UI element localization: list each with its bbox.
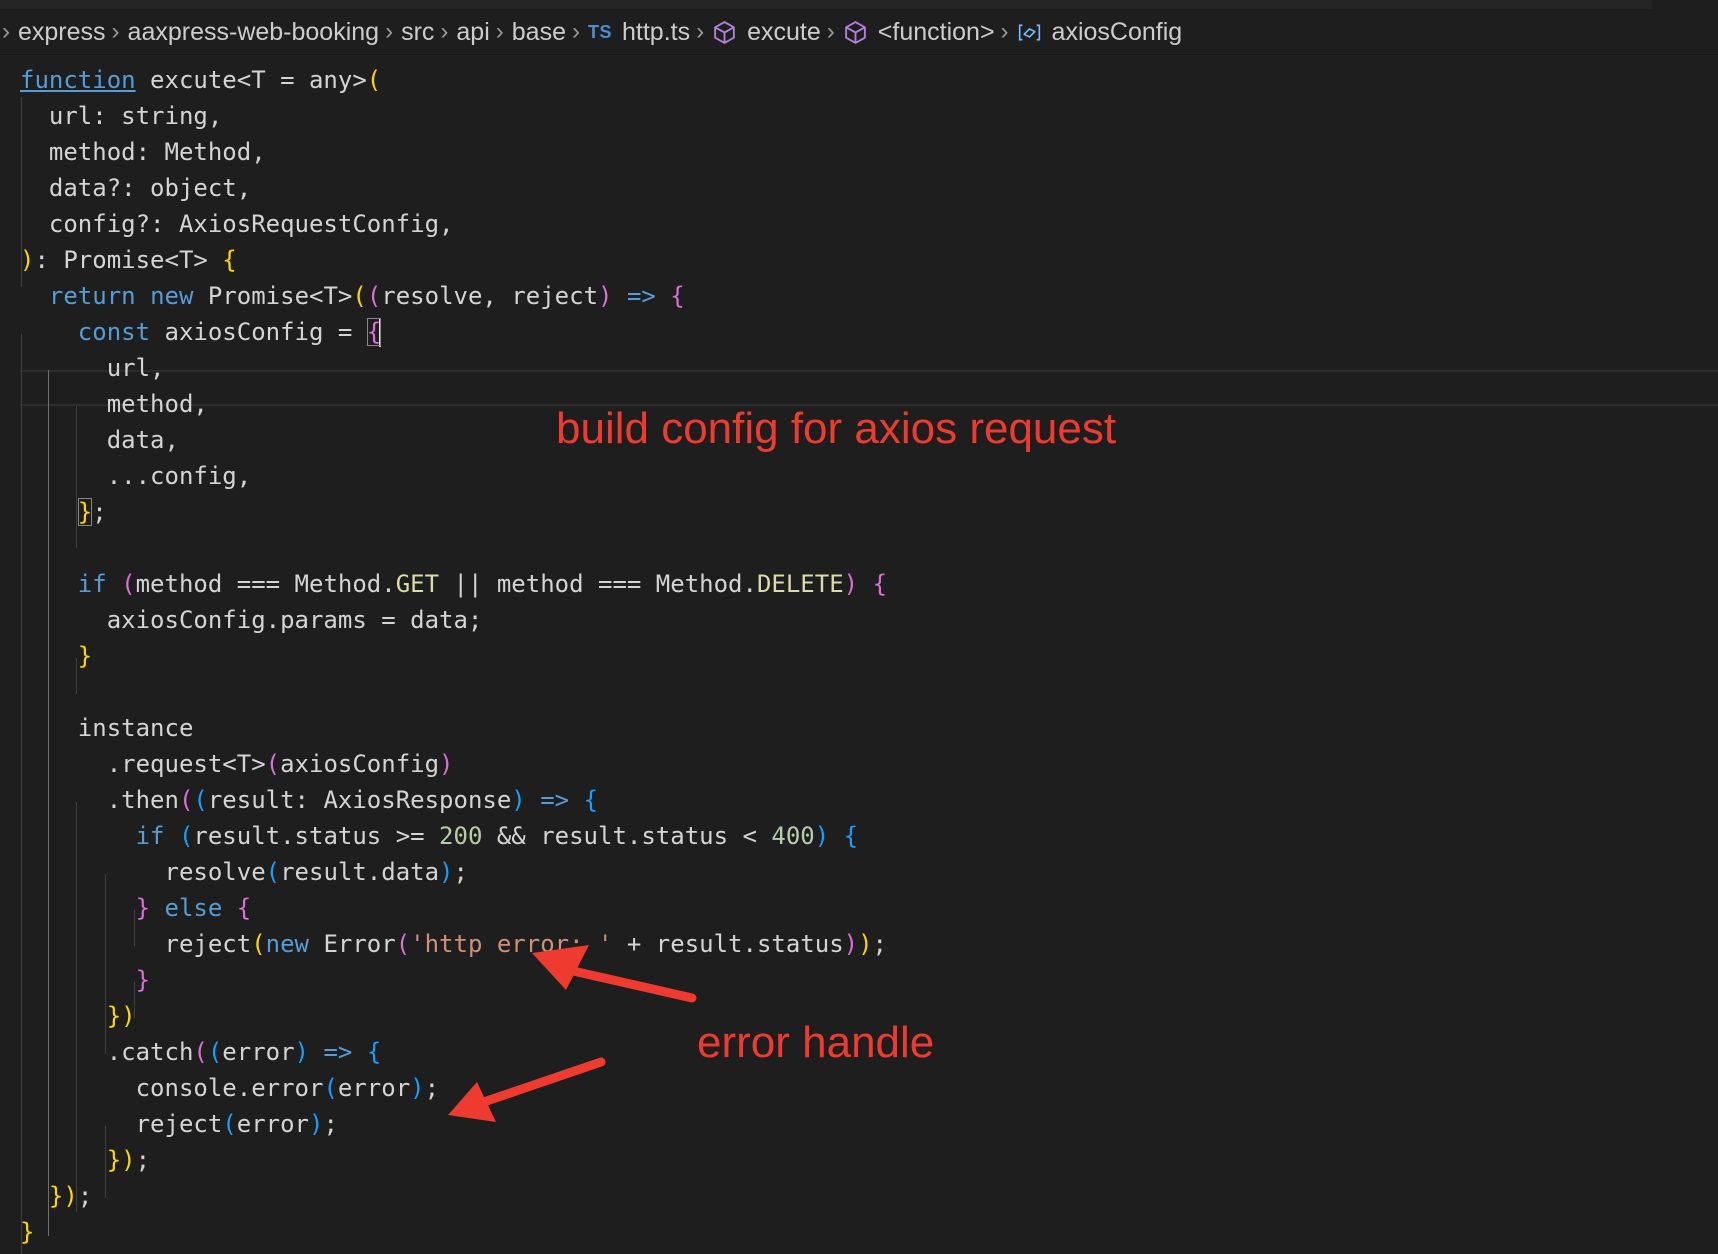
red-arrow-2 [448,1057,606,1122]
red-arrow-1 [532,945,697,1003]
annotation-arrows [448,945,697,1122]
